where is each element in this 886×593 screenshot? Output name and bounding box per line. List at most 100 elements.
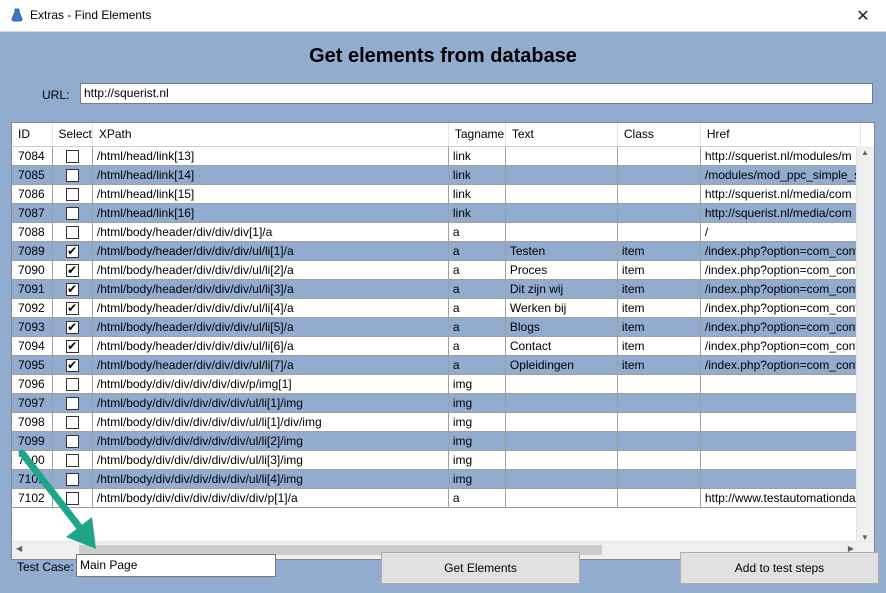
cell-tagname[interactable]: a: [448, 298, 506, 318]
select-checkbox[interactable]: [65, 377, 79, 391]
cell-class[interactable]: [617, 165, 701, 185]
cell-tagname[interactable]: img: [448, 393, 506, 413]
cell-href[interactable]: [700, 374, 862, 394]
select-checkbox[interactable]: [65, 415, 79, 429]
cell-text[interactable]: Werken bij: [505, 298, 618, 318]
cell-xpath[interactable]: /html/body/div/div/div/div/div/ul/li[1]/…: [92, 412, 449, 432]
cell-text[interactable]: Testen: [505, 241, 618, 261]
cell-class[interactable]: item: [617, 279, 701, 299]
table-row[interactable]: 7100/html/body/div/div/div/div/div/ul/li…: [12, 450, 862, 470]
cell-text[interactable]: [505, 488, 618, 508]
cell-tagname[interactable]: link: [448, 165, 506, 185]
table-row[interactable]: 7092 ✔ /html/body/header/div/div/div/ul/li…: [12, 298, 862, 318]
table-row[interactable]: 7098/html/body/div/div/div/div/div/ul/li…: [12, 412, 862, 432]
cell-tagname[interactable]: a: [448, 260, 506, 280]
cell-xpath[interactable]: /html/body/div/div/div/div/div/ul/li[3]/…: [92, 450, 449, 470]
cell-class[interactable]: [617, 412, 701, 432]
cell-class[interactable]: [617, 431, 701, 451]
cell-xpath[interactable]: /html/body/div/div/div/div/div/ul/li[1]/…: [92, 393, 449, 413]
cell-xpath[interactable]: /html/body/header/div/div/div/ul/li[7]/a: [92, 355, 449, 375]
elements-grid[interactable]: ID Select XPath Tagname Text Class Href …: [11, 122, 875, 560]
cell-id[interactable]: 7098: [12, 412, 53, 432]
cell-id[interactable]: 7092: [12, 298, 53, 318]
select-checkbox[interactable]: ✔: [65, 320, 79, 334]
cell-href[interactable]: http://squerist.nl/media/com: [700, 184, 862, 204]
cell-id[interactable]: 7087: [12, 203, 53, 223]
cell-text[interactable]: Contact: [505, 336, 618, 356]
cell-text[interactable]: [505, 203, 618, 223]
cell-href[interactable]: /index.php?option=com_cont: [700, 298, 862, 318]
cell-href[interactable]: /modules/mod_ppc_simple_s: [700, 165, 862, 185]
cell-id[interactable]: 7086: [12, 184, 53, 204]
scroll-up-icon[interactable]: ▲: [861, 148, 869, 157]
cell-class[interactable]: [617, 374, 701, 394]
cell-text[interactable]: Opleidingen: [505, 355, 618, 375]
select-checkbox[interactable]: [65, 396, 79, 410]
cell-class[interactable]: [617, 450, 701, 470]
cell-xpath[interactable]: /html/body/header/div/div/div/ul/li[2]/a: [92, 260, 449, 280]
cell-href[interactable]: /index.php?option=com_cont: [700, 260, 862, 280]
cell-xpath[interactable]: /html/body/header/div/div/div/ul/li[3]/a: [92, 279, 449, 299]
select-checkbox[interactable]: ✔: [65, 339, 79, 353]
cell-class[interactable]: [617, 184, 701, 204]
test-case-input[interactable]: Main Page: [76, 554, 276, 577]
table-row[interactable]: 7088/html/body/header/div/div/div[1]/a a /: [12, 222, 862, 242]
cell-class[interactable]: [617, 469, 701, 489]
cell-href[interactable]: [700, 412, 862, 432]
select-checkbox[interactable]: ✔: [65, 358, 79, 372]
cell-xpath[interactable]: /html/body/header/div/div/div/ul/li[1]/a: [92, 241, 449, 261]
column-header-select[interactable]: Select: [52, 123, 93, 147]
cell-href[interactable]: /index.php?option=com_cont: [700, 241, 862, 261]
cell-text[interactable]: [505, 165, 618, 185]
select-checkbox[interactable]: [65, 206, 79, 220]
cell-href[interactable]: http://squerist.nl/modules/m: [700, 146, 862, 166]
cell-tagname[interactable]: img: [448, 374, 506, 394]
cell-id[interactable]: 7097: [12, 393, 53, 413]
table-row[interactable]: 7096/html/body/div/div/div/div/div/p/img…: [12, 374, 862, 394]
cell-xpath[interactable]: /html/body/header/div/div/div/ul/li[6]/a: [92, 336, 449, 356]
cell-text[interactable]: [505, 184, 618, 204]
cell-tagname[interactable]: img: [448, 469, 506, 489]
cell-xpath[interactable]: /html/body/div/div/div/div/div/ul/li[4]/…: [92, 469, 449, 489]
column-header-tagname[interactable]: Tagname: [448, 123, 506, 147]
select-checkbox[interactable]: [65, 225, 79, 239]
cell-class[interactable]: item: [617, 260, 701, 280]
cell-text[interactable]: [505, 412, 618, 432]
cell-class[interactable]: [617, 222, 701, 242]
table-row[interactable]: 7093 ✔ /html/body/header/div/div/div/ul/li…: [12, 317, 862, 337]
cell-tagname[interactable]: link: [448, 146, 506, 166]
cell-tagname[interactable]: link: [448, 203, 506, 223]
add-to-test-steps-button[interactable]: Add to test steps: [680, 552, 879, 584]
select-checkbox[interactable]: ✔: [65, 282, 79, 296]
cell-tagname[interactable]: a: [448, 355, 506, 375]
cell-text[interactable]: [505, 146, 618, 166]
table-row[interactable]: 7085/html/head/link[14] link/modules/mod_…: [12, 165, 862, 185]
table-row[interactable]: 7084/html/head/link[13] link http://squeri…: [12, 146, 862, 166]
cell-id[interactable]: 7093: [12, 317, 53, 337]
cell-class[interactable]: item: [617, 336, 701, 356]
cell-tagname[interactable]: a: [448, 222, 506, 242]
cell-class[interactable]: item: [617, 317, 701, 337]
cell-xpath[interactable]: /html/body/header/div/div/div[1]/a: [92, 222, 449, 242]
column-header-xpath[interactable]: XPath: [92, 123, 449, 147]
cell-href[interactable]: /index.php?option=com_cont: [700, 336, 862, 356]
cell-id[interactable]: 7095: [12, 355, 53, 375]
cell-class[interactable]: [617, 393, 701, 413]
cell-class[interactable]: item: [617, 241, 701, 261]
cell-xpath[interactable]: /html/body/header/div/div/div/ul/li[5]/a: [92, 317, 449, 337]
cell-class[interactable]: item: [617, 355, 701, 375]
select-checkbox[interactable]: ✔: [65, 301, 79, 315]
cell-id[interactable]: 7094: [12, 336, 53, 356]
cell-xpath[interactable]: /html/head/link[14]: [92, 165, 449, 185]
cell-class[interactable]: [617, 203, 701, 223]
cell-xpath[interactable]: /html/head/link[13]: [92, 146, 449, 166]
cell-href[interactable]: [700, 431, 862, 451]
table-row[interactable]: 7087/html/head/link[16] link http://squeri…: [12, 203, 862, 223]
table-row[interactable]: 7089 ✔ /html/body/header/div/div/div/ul/li…: [12, 241, 862, 261]
url-input[interactable]: http://squerist.nl: [80, 83, 873, 104]
cell-class[interactable]: item: [617, 298, 701, 318]
get-elements-button[interactable]: Get Elements: [381, 552, 580, 584]
cell-text[interactable]: [505, 393, 618, 413]
table-row[interactable]: 7099/html/body/div/div/div/div/div/ul/li…: [12, 431, 862, 451]
cell-xpath[interactable]: /html/head/link[16]: [92, 203, 449, 223]
